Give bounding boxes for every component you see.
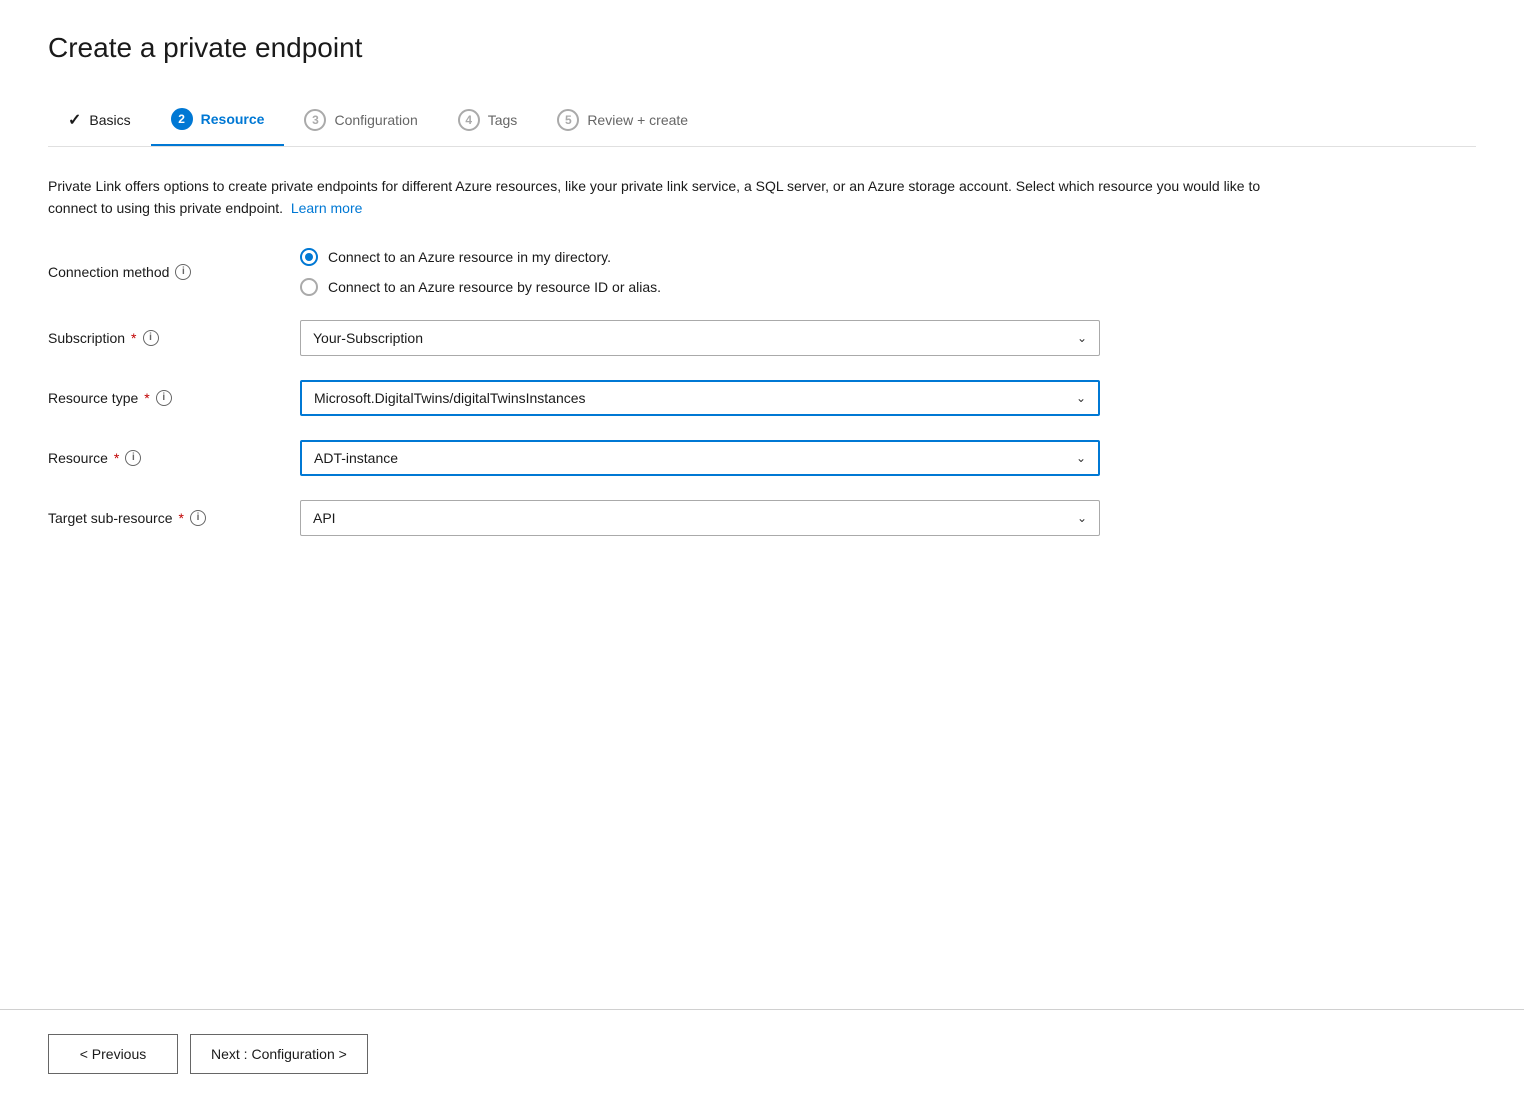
- resource-type-row: Resource type * i Microsoft.DigitalTwins…: [48, 380, 1298, 416]
- tab-resource-label: Resource: [201, 111, 265, 127]
- radio-resource-id-label: Connect to an Azure resource by resource…: [328, 279, 661, 295]
- connection-method-controls: Connect to an Azure resource in my direc…: [300, 248, 1100, 296]
- form-section: Connection method i Connect to an Azure …: [48, 248, 1298, 536]
- tab-configuration[interactable]: 3 Configuration: [284, 97, 437, 145]
- resource-info-icon[interactable]: i: [125, 450, 141, 466]
- resource-type-label: Resource type * i: [48, 390, 268, 406]
- target-sub-resource-label: Target sub-resource * i: [48, 510, 268, 526]
- resource-type-control: Microsoft.DigitalTwins/digitalTwinsInsta…: [300, 380, 1100, 416]
- radio-connect-resource-id[interactable]: Connect to an Azure resource by resource…: [300, 278, 1100, 296]
- page-title: Create a private endpoint: [48, 32, 1476, 64]
- tab-tags-number: 4: [458, 109, 480, 131]
- connection-method-info-icon[interactable]: i: [175, 264, 191, 280]
- tab-tags[interactable]: 4 Tags: [438, 97, 538, 145]
- subscription-label: Subscription * i: [48, 330, 268, 346]
- resource-required-star: *: [114, 450, 119, 466]
- radio-connect-directory[interactable]: Connect to an Azure resource in my direc…: [300, 248, 1100, 266]
- description-text: Private Link offers options to create pr…: [48, 175, 1298, 220]
- resource-control: ADT-instance ⌄: [300, 440, 1100, 476]
- connection-method-label: Connection method i: [48, 264, 268, 280]
- resource-type-value: Microsoft.DigitalTwins/digitalTwinsInsta…: [314, 390, 586, 406]
- target-sub-resource-row: Target sub-resource * i API ⌄: [48, 500, 1298, 536]
- connection-method-row: Connection method i Connect to an Azure …: [48, 248, 1298, 296]
- subscription-chevron-icon: ⌄: [1077, 331, 1087, 345]
- resource-type-dropdown[interactable]: Microsoft.DigitalTwins/digitalTwinsInsta…: [300, 380, 1100, 416]
- radio-directory-dot: [305, 253, 313, 261]
- target-sub-resource-dropdown[interactable]: API ⌄: [300, 500, 1100, 536]
- subscription-control: Your-Subscription ⌄: [300, 320, 1100, 356]
- target-sub-resource-value: API: [313, 510, 336, 526]
- resource-type-info-icon[interactable]: i: [156, 390, 172, 406]
- resource-value: ADT-instance: [314, 450, 398, 466]
- tab-basics-label: Basics: [89, 112, 130, 128]
- tab-basics[interactable]: ✓ Basics: [48, 98, 151, 144]
- next-button[interactable]: Next : Configuration >: [190, 1034, 368, 1074]
- target-sub-resource-info-icon[interactable]: i: [190, 510, 206, 526]
- subscription-required-star: *: [131, 330, 136, 346]
- resource-type-chevron-icon: ⌄: [1076, 391, 1086, 405]
- subscription-info-icon[interactable]: i: [143, 330, 159, 346]
- tab-configuration-label: Configuration: [334, 112, 417, 128]
- target-sub-resource-required-star: *: [179, 510, 184, 526]
- tab-tags-label: Tags: [488, 112, 518, 128]
- radio-directory-label: Connect to an Azure resource in my direc…: [328, 249, 611, 265]
- tabs-row: ✓ Basics 2 Resource 3 Configuration 4 Ta…: [48, 96, 1476, 147]
- bottom-nav: < Previous Next : Configuration >: [0, 1009, 1524, 1098]
- tab-basics-check-icon: ✓: [68, 110, 81, 130]
- radio-directory-input: [300, 248, 318, 266]
- subscription-value: Your-Subscription: [313, 330, 423, 346]
- resource-dropdown[interactable]: ADT-instance ⌄: [300, 440, 1100, 476]
- resource-label: Resource * i: [48, 450, 268, 466]
- tab-review-create[interactable]: 5 Review + create: [537, 97, 708, 145]
- resource-chevron-icon: ⌄: [1076, 451, 1086, 465]
- resource-type-required-star: *: [144, 390, 149, 406]
- tab-resource[interactable]: 2 Resource: [151, 96, 285, 146]
- tab-review-create-number: 5: [557, 109, 579, 131]
- tab-configuration-number: 3: [304, 109, 326, 131]
- target-sub-resource-control: API ⌄: [300, 500, 1100, 536]
- subscription-dropdown[interactable]: Your-Subscription ⌄: [300, 320, 1100, 356]
- connection-method-radio-group: Connect to an Azure resource in my direc…: [300, 248, 1100, 296]
- radio-resource-id-input: [300, 278, 318, 296]
- resource-row: Resource * i ADT-instance ⌄: [48, 440, 1298, 476]
- tab-review-create-label: Review + create: [587, 112, 688, 128]
- learn-more-link[interactable]: Learn more: [291, 200, 363, 216]
- subscription-row: Subscription * i Your-Subscription ⌄: [48, 320, 1298, 356]
- tab-resource-number: 2: [171, 108, 193, 130]
- target-sub-resource-chevron-icon: ⌄: [1077, 511, 1087, 525]
- previous-button[interactable]: < Previous: [48, 1034, 178, 1074]
